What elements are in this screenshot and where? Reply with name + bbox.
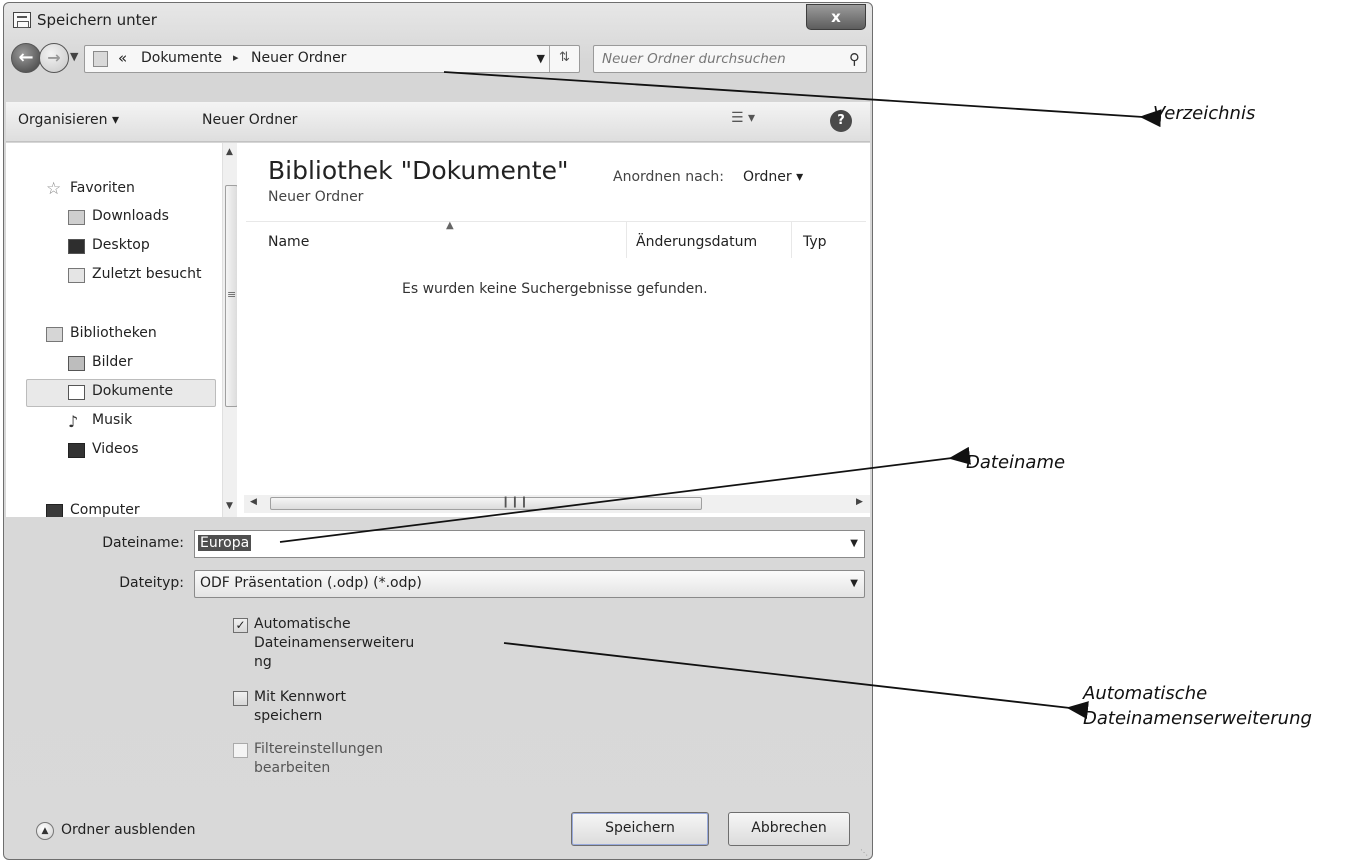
annotation-auto-extension-line2: Dateinamenserweiterung <box>1083 708 1312 729</box>
arrow-filename <box>279 446 971 543</box>
arrow-auto-extension <box>503 642 1089 719</box>
arrow-directory <box>443 71 1162 128</box>
annotation-arrows <box>279 71 1162 719</box>
annotation-filename: Dateiname <box>966 452 1066 473</box>
annotation-auto-extension-line1: Automatische <box>1083 683 1208 704</box>
annotation-directory: Verzeichnis <box>1153 103 1256 124</box>
